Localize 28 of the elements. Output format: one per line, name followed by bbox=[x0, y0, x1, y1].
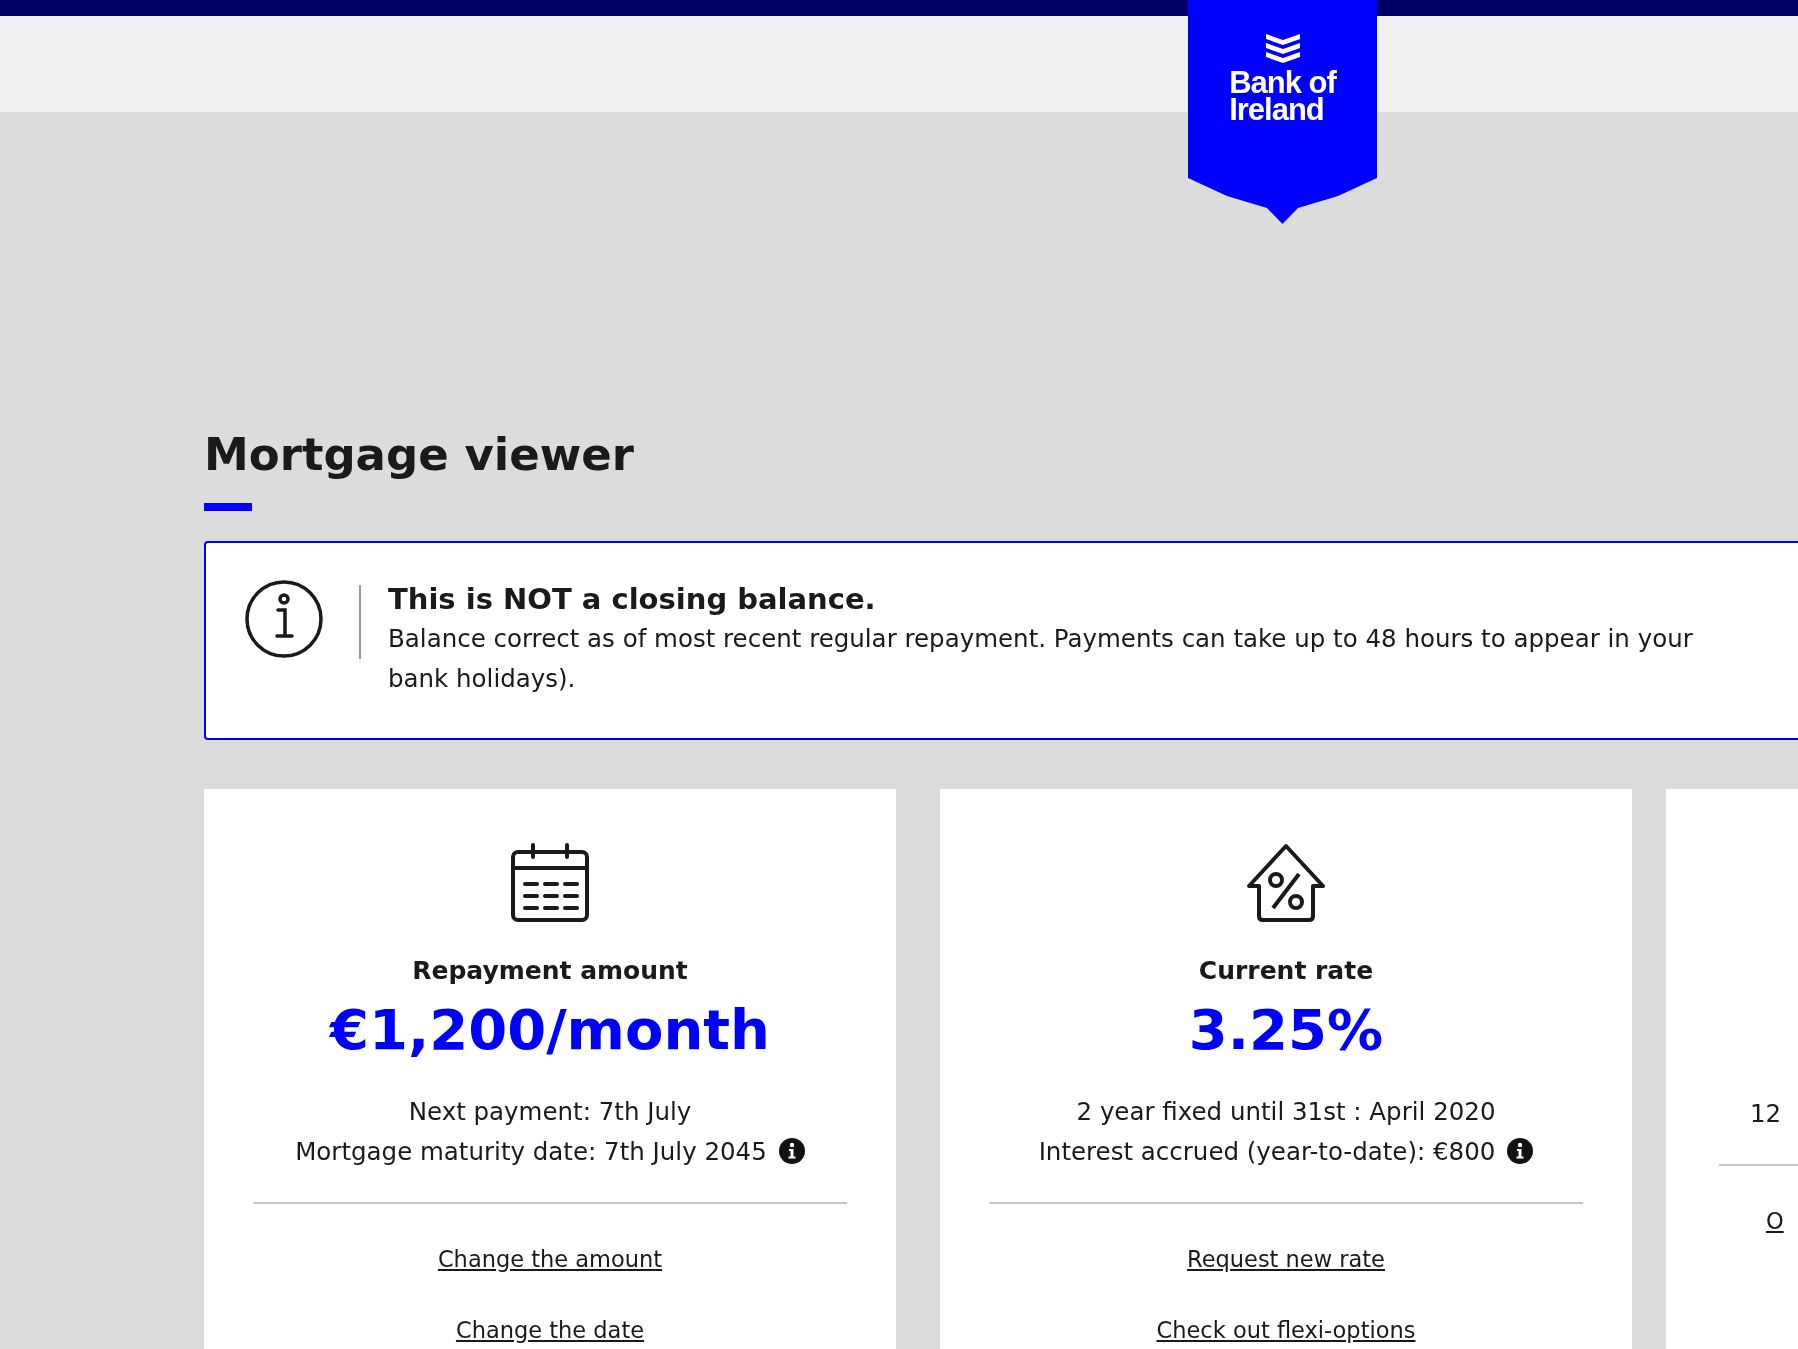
card-title: Current rate bbox=[1198, 955, 1374, 987]
card-title: Repayment amount bbox=[412, 955, 688, 987]
detail-text: 2 year fixed until 31st : April 2020 bbox=[1076, 1096, 1496, 1126]
logo-text: Ireland bbox=[1229, 96, 1324, 123]
notice-text: bank holidays). bbox=[388, 663, 577, 695]
notice-text: Balance correct as of most recent regular repayment. Payments can take up to 48 hours to appear in your bbox=[388, 623, 1693, 655]
detail-text: Interest accrued (year-to-date): €800 bbox=[1038, 1136, 1496, 1166]
card-link[interactable]: Change the amount bbox=[437, 1242, 663, 1277]
calendar-icon bbox=[509, 842, 591, 924]
card-link[interactable]: Change the date bbox=[455, 1313, 645, 1348]
card-link[interactable]: Request new rate bbox=[1187, 1242, 1385, 1277]
page-title: Mortgage viewer bbox=[204, 427, 635, 483]
logo-text: Bank of bbox=[1229, 69, 1336, 96]
notice-title: This is NOT a closing balance. bbox=[388, 581, 877, 618]
chevron-stack-icon bbox=[1265, 34, 1300, 63]
detail-text: Mortgage maturity date: 7th July 2045 bbox=[295, 1136, 767, 1166]
logo-badge[interactable]: Bank of Ireland bbox=[1188, 0, 1377, 224]
detail-text: 12 bbox=[1750, 1098, 1782, 1128]
info-icon bbox=[244, 579, 324, 659]
detail-text: Next payment: 7th July bbox=[408, 1096, 692, 1126]
card-value: €1,200/month bbox=[330, 997, 770, 1063]
card-link[interactable]: O bbox=[1766, 1204, 1784, 1239]
info-icon[interactable] bbox=[778, 1138, 805, 1164]
house-percent-icon bbox=[1245, 842, 1327, 924]
title-underline bbox=[204, 503, 252, 511]
card-link[interactable]: Check out flexi-options bbox=[1156, 1313, 1416, 1348]
card-value: 3.25% bbox=[1188, 997, 1384, 1063]
info-icon[interactable] bbox=[1507, 1138, 1534, 1164]
